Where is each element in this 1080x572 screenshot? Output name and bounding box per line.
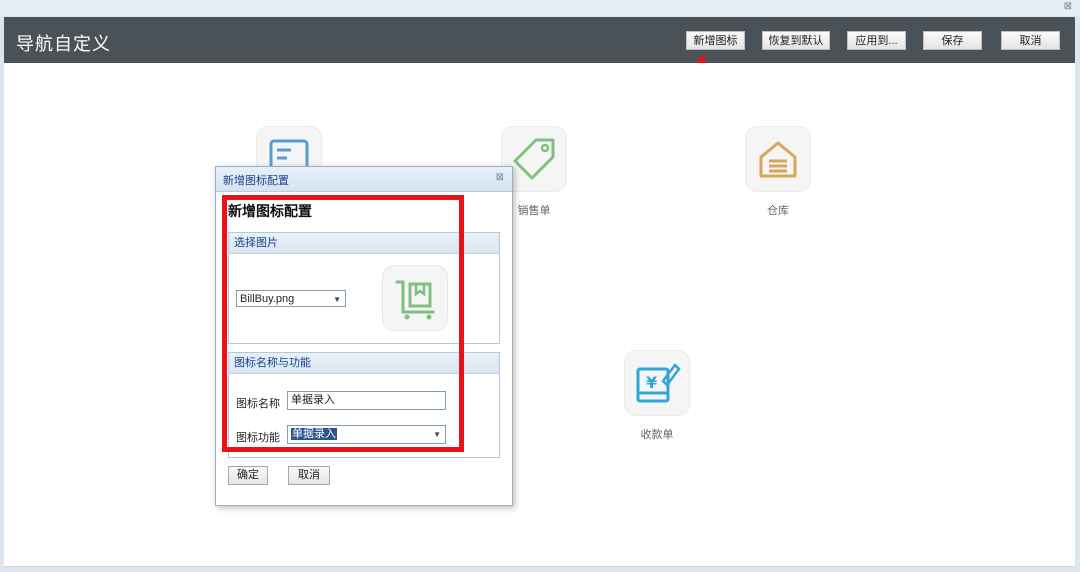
ok-button[interactable]: 确定	[228, 466, 268, 485]
dialog-heading: 新增图标配置	[228, 203, 312, 219]
save-button[interactable]: 保存	[923, 31, 982, 50]
name-function-section: 图标名称与功能 图标名称 单据录入 图标功能 单据录入 ▼	[228, 352, 500, 458]
section-title: 选择图片	[229, 233, 499, 254]
icon-function-select[interactable]: 单据录入 ▼	[287, 425, 446, 444]
icon-name-input[interactable]: 单据录入	[287, 391, 446, 410]
window-close-icon[interactable]: ⊠	[1064, 1, 1072, 12]
dialog-close-icon[interactable]: ⊠	[496, 172, 504, 183]
icon-function-value: 单据录入	[291, 428, 337, 440]
dialog-title: 新增图标配置	[223, 175, 289, 187]
page-title: 导航自定义	[16, 34, 111, 54]
image-select[interactable]: BillBuy.png ▼	[236, 290, 346, 307]
image-select-value: BillBuy.png	[240, 293, 295, 305]
add-icon-dialog: 新增图标配置 ⊠ 新增图标配置 选择图片 BillBuy.png ▼ 图标名称与…	[215, 166, 513, 506]
chevron-down-icon: ▼	[333, 295, 341, 304]
price-tag-icon	[513, 138, 555, 180]
icon-function-label: 图标功能	[236, 432, 280, 444]
select-image-section: 选择图片 BillBuy.png ▼	[228, 232, 500, 344]
tile-label-receipt: 收款单	[640, 429, 674, 441]
section-title: 图标名称与功能	[229, 353, 499, 374]
window-top-bar: ⊠	[0, 0, 1080, 16]
receipt-yen-icon: ¥	[636, 363, 681, 403]
nav-tile-receipt[interactable]: ¥	[624, 350, 690, 416]
cancel-button[interactable]: 取消	[1001, 31, 1060, 50]
dialog-cancel-button[interactable]: 取消	[288, 466, 330, 485]
warehouse-icon	[759, 141, 797, 178]
dialog-titlebar[interactable]: 新增图标配置 ⊠	[216, 167, 512, 192]
restore-default-button[interactable]: 恢复到默认	[762, 31, 830, 50]
cart-box-icon	[395, 280, 435, 320]
svg-text:¥: ¥	[646, 373, 657, 392]
add-icon-button[interactable]: 新增图标	[686, 31, 745, 50]
nav-tile-warehouse[interactable]	[745, 126, 811, 192]
icon-name-label: 图标名称	[236, 398, 280, 410]
nav-canvas: 销售单 仓库 ¥ 收款单	[4, 63, 1075, 567]
tile-label-warehouse: 仓库	[767, 205, 789, 217]
header-bar: 导航自定义 新增图标 恢复到默认 应用到... 保存 取消	[4, 17, 1075, 63]
icon-preview	[382, 265, 448, 331]
chevron-down-icon: ▼	[433, 430, 441, 439]
apply-to-button[interactable]: 应用到...	[847, 31, 906, 50]
